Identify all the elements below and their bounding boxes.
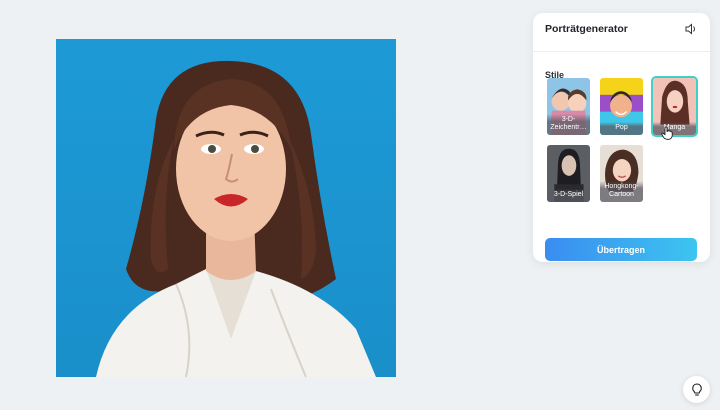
portrait-image — [56, 39, 396, 377]
style-option-3d-cartoon[interactable]: 3-D-Zeichentr… — [545, 76, 592, 137]
panel-title: Porträtgenerator — [545, 23, 628, 35]
speaker-icon[interactable] — [684, 22, 698, 36]
style-option-hongkong-cartoon[interactable]: Hongkong-Cartoon — [598, 143, 645, 204]
help-button[interactable] — [683, 376, 710, 403]
style-label: Manga — [653, 122, 696, 135]
lightbulb-icon — [691, 382, 702, 396]
style-option-pop[interactable]: Pop — [598, 76, 645, 137]
style-option-manga[interactable]: Manga — [651, 76, 698, 137]
style-label: Pop — [600, 122, 643, 135]
apply-button[interactable]: Übertragen — [545, 238, 697, 261]
panel-divider — [533, 51, 710, 52]
style-label: 3-D-Zeichentr… — [547, 114, 590, 135]
style-label: 3-D-Spiel — [547, 189, 590, 202]
portrait-generator-panel: Porträtgenerator Stile 3-D-Zeichentr… Po… — [533, 13, 710, 262]
style-option-3d-game[interactable]: 3-D-Spiel — [545, 143, 592, 204]
style-label: Hongkong-Cartoon — [600, 181, 643, 202]
